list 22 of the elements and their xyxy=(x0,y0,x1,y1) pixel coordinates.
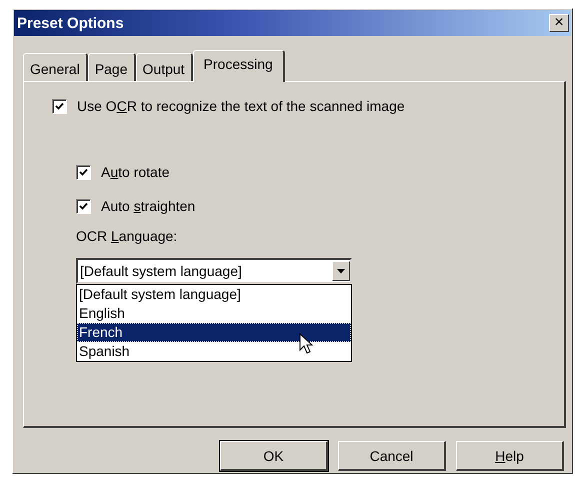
dialog-button[interactable]: Cancel xyxy=(338,441,446,471)
checkbox[interactable] xyxy=(52,98,67,114)
dropdown-option[interactable]: French xyxy=(77,323,351,342)
dialog-button[interactable]: OK xyxy=(220,441,328,471)
close-button[interactable]: × xyxy=(549,14,569,32)
field-label: OCR Language: xyxy=(76,228,178,244)
check-icon xyxy=(79,168,88,176)
tab[interactable]: Output xyxy=(136,53,193,81)
tab[interactable]: Page xyxy=(88,53,136,81)
checkbox-label: Auto rotate xyxy=(101,164,170,180)
checkbox[interactable] xyxy=(76,164,91,180)
check-icon xyxy=(55,102,64,110)
mouse-pointer-icon xyxy=(299,333,313,355)
checkbox-label: Use OCR to recognize the text of the scanned image xyxy=(77,98,405,114)
checkbox[interactable] xyxy=(76,198,91,214)
dialog-button[interactable]: Help xyxy=(456,441,564,471)
check-icon xyxy=(79,202,88,210)
tab[interactable]: Processing xyxy=(192,50,285,82)
window-title: Preset Options xyxy=(17,14,124,32)
language-dropdown[interactable]: [Default system language] xyxy=(76,258,352,284)
checkbox-label: Auto straighten xyxy=(101,198,196,214)
tab[interactable]: General xyxy=(23,53,88,81)
